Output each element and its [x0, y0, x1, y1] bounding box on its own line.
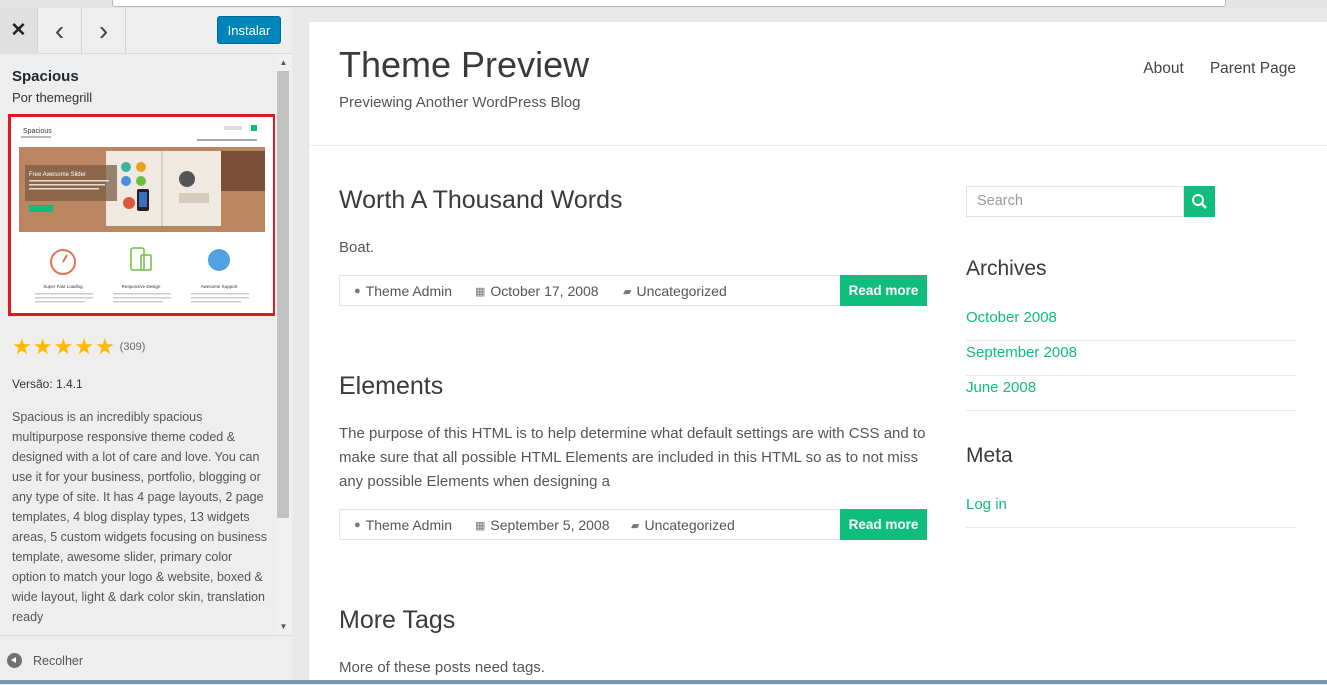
user-icon: ●	[354, 519, 361, 531]
post-author[interactable]: ● Theme Admin	[354, 517, 452, 533]
search-button[interactable]	[1184, 186, 1215, 217]
rating-count: (309)	[119, 341, 146, 353]
scroll-down-arrow-icon[interactable]: ▼	[275, 618, 292, 634]
archive-link[interactable]: October 2008	[966, 306, 1296, 341]
thumb-feature-2: Responsive Design	[122, 284, 161, 289]
site-title[interactable]: Theme Preview	[339, 44, 589, 86]
theme-preview-frame: Theme Preview Previewing Another WordPre…	[308, 22, 1327, 684]
collapse-arrow-icon	[7, 653, 22, 668]
collapse-sidebar-button[interactable]: Recolher	[0, 635, 292, 685]
nav-item-about[interactable]: About	[1143, 60, 1184, 78]
address-field[interactable]	[112, 0, 1226, 7]
archive-link[interactable]: June 2008	[966, 376, 1296, 411]
close-button[interactable]: ✕	[0, 8, 38, 53]
post: Worth A Thousand Words	[339, 186, 927, 215]
scroll-up-arrow-icon[interactable]: ▲	[275, 54, 292, 70]
thumb-site-title: Spacious	[23, 128, 52, 135]
search-input[interactable]: Search	[966, 186, 1184, 217]
chevron-right-icon: ›	[98, 14, 109, 46]
post-excerpt: The purpose of this HTML is to help dete…	[339, 425, 926, 490]
chevron-left-icon: ‹	[54, 14, 65, 46]
post-title[interactable]: More Tags	[339, 606, 927, 635]
star-icon: ★	[74, 334, 94, 359]
post-category[interactable]: ▰ Uncategorized	[631, 517, 735, 533]
post: Elements	[339, 372, 927, 401]
post-meta: ● Theme Admin ▦ September 5, 2008 ▰ Uncateg…	[339, 509, 927, 540]
scrollbar-thumb[interactable]	[277, 71, 289, 518]
date-text[interactable]: September 5, 2008	[490, 517, 609, 533]
theme-screenshot-image: Spacious Free Awesome Slider Super Fast …	[11, 117, 273, 313]
close-icon: ✕	[10, 20, 27, 41]
post-excerpt: Boat.	[339, 239, 375, 256]
category-text[interactable]: Uncategorized	[644, 517, 734, 533]
author-name[interactable]: Theme Admin	[366, 517, 452, 533]
collapse-label: Recolher	[33, 653, 84, 668]
star-icon: ★	[53, 334, 74, 359]
site-description: Previewing Another WordPress Blog	[339, 94, 581, 111]
theme-details: Spacious Por themegrill Spacious Free Aw…	[0, 54, 292, 634]
install-button[interactable]: Instalar	[217, 16, 281, 44]
sidebar-header: ✕ ‹ › Instalar	[0, 8, 292, 54]
theme-version: Versão: 1.4.1	[12, 377, 83, 391]
archives-title: Archives	[966, 257, 1047, 280]
theme-name: Spacious	[12, 68, 79, 85]
theme-screenshot: Spacious Free Awesome Slider Super Fast …	[8, 114, 276, 316]
thumb-slider-title: Free Awesome Slider	[29, 172, 86, 178]
category-text[interactable]: Uncategorized	[636, 283, 726, 299]
post-date[interactable]: ▦ October 17, 2008	[475, 283, 599, 299]
post-title[interactable]: Worth A Thousand Words	[339, 186, 927, 215]
customizer-sidebar: ✕ ‹ › Instalar Spacious Por themegrill S…	[0, 8, 292, 684]
folder-icon: ▰	[623, 285, 632, 298]
search-icon	[1192, 194, 1207, 209]
archive-link[interactable]: September 2008	[966, 341, 1296, 376]
author-name[interactable]: Theme Admin	[366, 283, 452, 299]
primary-nav: About Parent Page	[1143, 60, 1296, 78]
theme-description: Spacious is an incredibly spacious multi…	[12, 410, 267, 624]
meta-title: Meta	[966, 444, 1013, 467]
login-link[interactable]: Log in	[966, 493, 1296, 528]
user-icon: ●	[354, 285, 361, 297]
read-more-button[interactable]: Read more	[840, 509, 927, 540]
previous-theme-button[interactable]: ‹	[38, 8, 82, 53]
post-author[interactable]: ● Theme Admin	[354, 283, 452, 299]
calendar-icon: ▦	[475, 519, 486, 532]
post-category[interactable]: ▰ Uncategorized	[623, 283, 727, 299]
sidebar-scrollbar[interactable]: ▲ ▼	[275, 54, 292, 634]
theme-author: Por themegrill	[12, 90, 93, 105]
nav-item-parent-page[interactable]: Parent Page	[1210, 60, 1296, 78]
post-excerpt: More of these posts need tags.	[339, 659, 545, 676]
post-title[interactable]: Elements	[339, 372, 927, 401]
rating: ★ ★ ★ ★ ★ (309)	[12, 336, 145, 358]
post-meta: ● Theme Admin ▦ October 17, 2008 ▰ Uncatego…	[339, 275, 927, 306]
star-icon: ★	[32, 334, 53, 359]
browser-top-strip	[0, 0, 1327, 8]
star-icon: ★	[12, 334, 32, 359]
date-text[interactable]: October 17, 2008	[490, 283, 598, 299]
next-theme-button[interactable]: ›	[82, 8, 126, 53]
post-date[interactable]: ▦ September 5, 2008	[475, 517, 610, 533]
thumb-feature-3: Awesome Support	[201, 284, 238, 289]
thumb-feature-1: Super Fast Loading	[43, 284, 83, 289]
calendar-icon: ▦	[475, 285, 486, 298]
read-more-button[interactable]: Read more	[840, 275, 927, 306]
folder-icon: ▰	[631, 519, 640, 532]
site-header: Theme Preview Previewing Another WordPre…	[309, 22, 1327, 146]
star-icon: ★	[94, 334, 115, 359]
taskbar-strip	[0, 680, 1327, 684]
post: More Tags	[339, 606, 927, 635]
